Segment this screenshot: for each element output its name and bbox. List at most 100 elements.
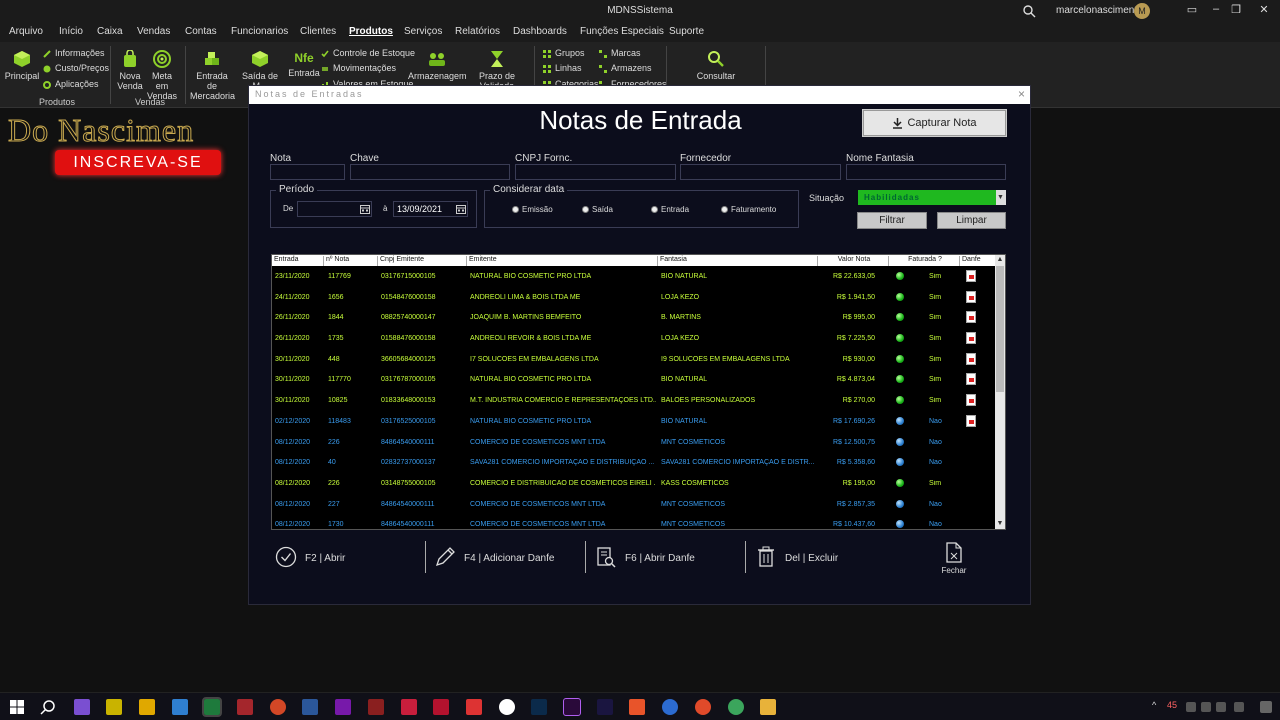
consultar-button[interactable]: Consultar [696,50,736,81]
menu-inicio[interactable]: Início [59,26,83,37]
pdf-icon[interactable] [966,290,976,303]
power-bi-icon[interactable] [139,699,155,715]
powerpoint-icon[interactable] [270,699,286,715]
pdf-icon[interactable] [966,373,976,386]
chave-input[interactable] [350,164,510,180]
col-cnpj[interactable]: Cnpj Emitente [378,256,467,266]
folder-icon[interactable] [760,699,776,715]
radio-faturamento[interactable]: Faturamento [721,205,776,214]
pdf-icon[interactable] [966,270,976,282]
movimentacoes-button[interactable]: Movimentações [321,63,396,73]
col-danfe[interactable]: Danfe [960,256,996,266]
table-row[interactable]: 30/11/2020 10825 01833648000153 M.T. INDUST… [272,390,996,411]
aplicacoes-button[interactable]: Aplicações [43,79,99,89]
custo-precos-button[interactable]: Custo/Preços [43,63,109,73]
chevron-up-icon[interactable]: ^ [1152,700,1156,710]
capturar-nota-button[interactable]: Capturar Nota [862,109,1007,137]
restore-button[interactable]: ❒ [1226,3,1246,16]
menu-caixa[interactable]: Caixa [97,26,123,37]
pdf-icon[interactable] [966,394,976,407]
volume-icon[interactable] [1216,702,1226,712]
radio-entrada[interactable]: Entrada [651,205,689,214]
word-icon[interactable] [302,699,318,715]
pdf-icon[interactable] [966,414,976,427]
app-icon[interactable] [499,699,515,715]
after-effects-icon[interactable] [597,699,613,715]
menu-funcionarios[interactable]: Funcionarios [231,26,288,37]
access-icon[interactable] [237,699,253,715]
pdf-icon[interactable] [966,352,976,365]
app-icon[interactable] [629,699,645,715]
subscribe-button[interactable]: INSCREVA-SE [55,150,221,175]
col-entrada[interactable]: Entrada [272,256,324,266]
table-row[interactable]: 30/11/2020 117770 03176787000105 NATURAL BI… [272,369,996,390]
marcas-button[interactable]: Marcas [599,48,641,58]
table-row[interactable]: 23/11/2020 117769 03176715000105 NATURAL BI… [272,266,996,287]
notas-table[interactable]: Entrada nº Nota Cnpj Emitente Emitente F… [271,254,1006,530]
col-nota[interactable]: nº Nota [324,256,378,266]
menu-arquivo[interactable]: Arquivo [9,26,43,37]
linhas-button[interactable]: Linhas [543,63,582,73]
situacao-select[interactable]: Habilidadas ▼ [858,190,1006,205]
entrada-nfe-button[interactable]: Nfe Entrada [287,50,321,78]
chrome-icon[interactable] [728,699,744,715]
search-icon[interactable] [40,699,56,715]
app-icon[interactable] [433,699,449,715]
nova-venda-button[interactable]: Nova Venda [116,50,144,91]
fechar-button[interactable]: Fechar [937,542,971,575]
avatar[interactable]: M [1134,3,1150,19]
notification-badge[interactable]: 45 [1167,700,1177,710]
principal-button[interactable]: Principal [4,50,40,81]
chrome-icon[interactable] [695,699,711,715]
menu-suporte[interactable]: Suporte [669,26,704,37]
table-row[interactable]: 08/12/2020 1730 84864540000111 COMERCIO DE … [272,514,996,529]
menu-produtos[interactable]: Produtos [349,26,393,37]
cnpj-input[interactable] [515,164,676,180]
radio-saida[interactable]: Saída [582,205,613,214]
table-row[interactable]: 30/11/2020 448 36605684000125 I7 SOLUCOES E… [272,349,996,370]
table-row[interactable]: 08/12/2020 226 03148755000105 COMERCIO E DI… [272,473,996,494]
table-row[interactable]: 08/12/2020 226 84864540000111 COMERCIO DE C… [272,432,996,453]
menu-servicos[interactable]: Serviços [404,26,442,37]
limpar-button[interactable]: Limpar [937,212,1006,229]
scroll-thumb[interactable] [996,266,1004,392]
calendar-icon[interactable] [456,204,466,214]
azure-icon[interactable] [172,699,188,715]
onenote-icon[interactable] [335,699,351,715]
nome-fantasia-input[interactable] [846,164,1006,180]
menu-clientes[interactable]: Clientes [300,26,336,37]
armazens-button[interactable]: Armazens [599,63,652,73]
action-center-icon[interactable] [1260,701,1272,713]
col-faturada[interactable]: Faturada ? [889,256,960,266]
app-icon[interactable] [368,699,384,715]
table-row[interactable]: 26/11/2020 1735 01588476000158 ANDREOLI REV… [272,328,996,349]
table-row[interactable]: 02/12/2020 118483 03176525000105 NATURAL BI… [272,411,996,432]
informacoes-button[interactable]: Informações [43,48,105,58]
calendar-icon[interactable] [360,204,370,214]
app-icon[interactable] [401,699,417,715]
table-row[interactable]: 08/12/2020 40 02832737000137 SAVA281 COMERC… [272,452,996,473]
app-icon[interactable] [662,699,678,715]
table-row[interactable]: 26/11/2020 1844 08825740000147 JOAQUIM B. M… [272,307,996,328]
grupos-button[interactable]: Grupos [543,48,585,58]
col-emitente[interactable]: Emitente [467,256,658,266]
network-icon[interactable] [1201,702,1211,712]
visual-studio-icon[interactable] [74,699,90,715]
pdf-icon[interactable] [966,311,976,324]
windows-start-icon[interactable] [9,699,25,715]
filtrar-button[interactable]: Filtrar [857,212,927,229]
ribbon-display-icon[interactable]: ▭ [1182,3,1202,16]
armazenagem-button[interactable]: Armazenagem [408,50,466,88]
menu-contas[interactable]: Contas [185,26,217,37]
col-valor[interactable]: Valor Nota [818,256,889,266]
meta-vendas-button[interactable]: Meta em Vendas [145,50,179,101]
user-name[interactable]: marcelonascimento [1056,5,1143,16]
nota-input[interactable] [270,164,345,180]
minimize-button[interactable]: – [1206,3,1226,15]
table-scrollbar[interactable]: ▲ ▼ [995,255,1005,529]
dialog-close-icon[interactable]: × [1018,87,1025,101]
prazo-validade-button[interactable]: Prazo de Validade [464,50,530,88]
scroll-down-icon[interactable]: ▼ [995,519,1005,529]
table-row[interactable]: 08/12/2020 227 84864540000111 COMERCIO DE C… [272,494,996,515]
app-icon[interactable] [106,699,122,715]
